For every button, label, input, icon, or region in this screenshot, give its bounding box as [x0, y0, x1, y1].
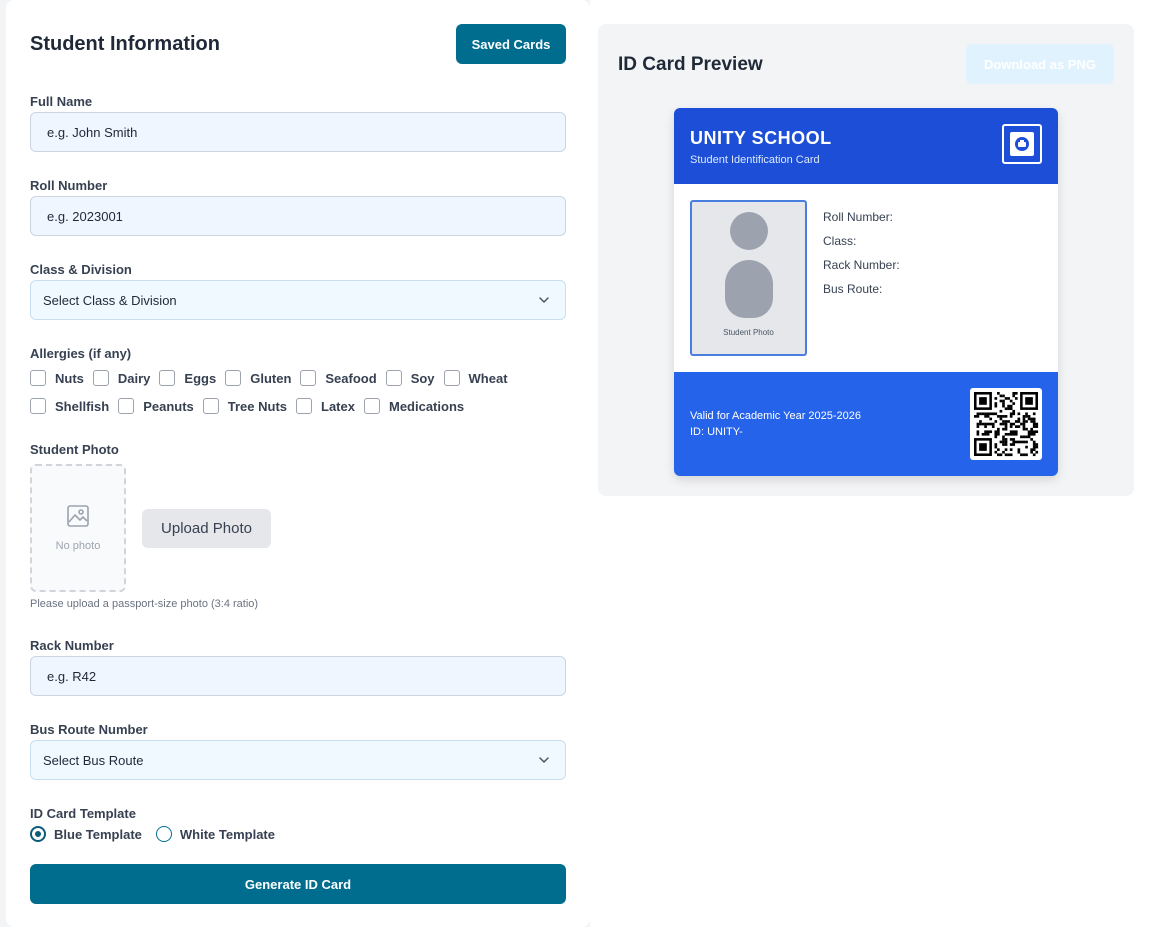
allergy-latex[interactable]: Latex [296, 398, 355, 414]
checkbox[interactable] [30, 370, 46, 386]
full-name-label: Full Name [30, 94, 93, 109]
roll-number-input[interactable] [30, 196, 566, 236]
form-title: Student Information [30, 33, 220, 55]
avatar-body [725, 260, 773, 318]
photo-placeholder[interactable]: No photo [30, 464, 126, 592]
image-placeholder-icon [67, 505, 89, 527]
radio-unselected[interactable] [155, 826, 172, 842]
rack-number-label: Rack Number [30, 638, 114, 653]
preview-title: ID Card Preview [618, 54, 763, 75]
allergy-tree-nuts[interactable]: Tree Nuts [202, 398, 287, 414]
card-photo: Student Photo [690, 200, 807, 356]
allergies-label: Allergies (if any) [30, 346, 132, 361]
checkbox[interactable] [296, 398, 313, 414]
allergy-dairy[interactable]: Dairy [92, 370, 150, 386]
class-division-value: Select Class & Division [43, 292, 177, 308]
id-card: UNITY SCHOOL Student Identification Card [674, 108, 1058, 476]
card-rack-number: Rack Number: [823, 258, 900, 272]
full-name-input[interactable] [30, 112, 566, 152]
photo-caption: Student Photo [723, 328, 774, 337]
allergy-nuts[interactable]: Nuts [30, 370, 84, 386]
avatar-head [730, 212, 768, 250]
checkbox[interactable] [385, 370, 402, 386]
student-photo-label: Student Photo [30, 442, 119, 457]
card-header: UNITY SCHOOL Student Identification Card [674, 108, 1058, 184]
allergy-seafood[interactable]: Seafood [300, 370, 377, 386]
checkbox[interactable] [30, 398, 46, 414]
school-name: UNITY SCHOOL [690, 128, 832, 148]
student-form-panel: Student Information Saved Cards Full Nam… [6, 0, 590, 927]
validity-text: Valid for Academic Year 2025-2026 [690, 410, 862, 422]
checkbox[interactable] [300, 370, 317, 386]
template-label: ID Card Template [30, 806, 136, 821]
template-white-radio[interactable]: White Template [155, 826, 275, 842]
checkbox[interactable] [202, 398, 219, 414]
card-footer: Valid for Academic Year 2025-2026 ID: UN… [674, 372, 1058, 476]
generate-id-card-button[interactable]: Generate ID Card [30, 864, 566, 904]
chevron-down-icon [539, 757, 549, 763]
card-class: Class: [823, 234, 857, 248]
saved-cards-button[interactable]: Saved Cards [456, 24, 566, 64]
qr-code [970, 388, 1042, 460]
allergy-wheat[interactable]: Wheat [443, 370, 508, 386]
card-subtitle: Student Identification Card [690, 154, 820, 166]
allergy-eggs[interactable]: Eggs [159, 370, 216, 386]
bus-route-value: Select Bus Route [43, 752, 144, 768]
allergy-soy[interactable]: Soy [385, 370, 435, 386]
checkbox[interactable] [363, 398, 380, 414]
card-roll-number: Roll Number: [823, 210, 894, 224]
preview-panel: ID Card Preview Download as PNG UNITY SC… [598, 24, 1134, 496]
allergy-peanuts[interactable]: Peanuts [118, 398, 194, 414]
qr-code-icon [974, 392, 1039, 457]
card-id: ID: UNITY- [690, 426, 743, 438]
preview-column: ID Card Preview Download as PNG UNITY SC… [590, 0, 1153, 927]
template-blue-radio[interactable]: Blue Template [30, 826, 142, 842]
allergy-gluten[interactable]: Gluten [225, 370, 291, 386]
download-png-button[interactable]: Download as PNG [966, 44, 1114, 84]
checkbox[interactable] [225, 370, 242, 386]
school-logo-icon [1002, 124, 1042, 164]
chevron-down-icon [539, 297, 549, 303]
roll-number-label: Roll Number [30, 178, 108, 193]
photo-hint: Please upload a passport-size photo (3:4… [30, 598, 259, 610]
allergies-row-2: Shellfish Peanuts Tree Nuts Latex Medica… [30, 398, 473, 414]
checkbox[interactable] [159, 370, 176, 386]
class-division-select[interactable]: Select Class & Division [30, 280, 566, 320]
card-bus-route: Bus Route: [823, 282, 883, 296]
checkbox[interactable] [92, 370, 109, 386]
allergy-medications[interactable]: Medications [363, 398, 464, 414]
class-division-label: Class & Division [30, 262, 132, 277]
allergies-row-1: Nuts Dairy Eggs Gluten Seafood Soy Wheat [30, 370, 517, 386]
bus-route-select[interactable]: Select Bus Route [30, 740, 566, 780]
radio-selected[interactable] [30, 826, 46, 842]
bus-route-label: Bus Route Number [30, 722, 148, 737]
template-options: Blue Template White Template [30, 826, 289, 842]
rack-number-input[interactable] [30, 656, 566, 696]
allergy-shellfish[interactable]: Shellfish [30, 398, 109, 414]
upload-photo-button[interactable]: Upload Photo [142, 509, 271, 548]
checkbox[interactable] [118, 398, 135, 414]
checkbox[interactable] [443, 370, 460, 386]
no-photo-text: No photo [55, 540, 101, 552]
